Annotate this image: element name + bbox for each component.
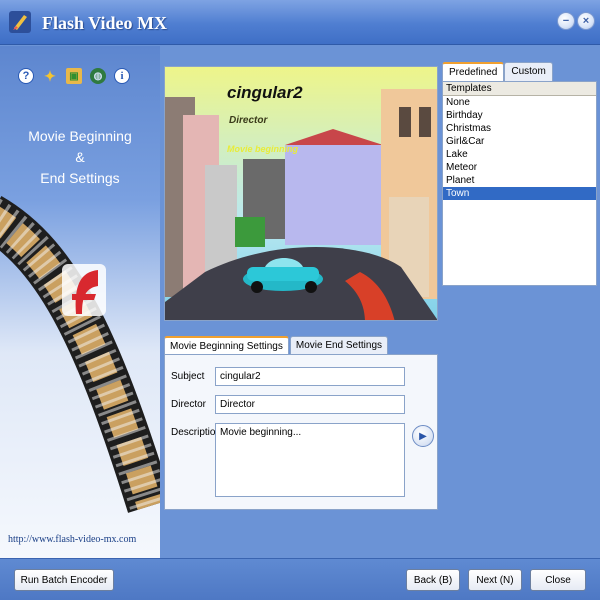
subject-label: Subject bbox=[171, 371, 205, 382]
play-icon: ▶ bbox=[419, 430, 427, 442]
list-item-meteor[interactable]: Meteor bbox=[443, 161, 596, 174]
next-button[interactable]: Next (N) bbox=[468, 569, 522, 591]
back-button[interactable]: Back (B) bbox=[406, 569, 460, 591]
list-item-birthday[interactable]: Birthday bbox=[443, 109, 596, 122]
bottom-bar: Run Batch Encoder Back (B) Next (N) Clos… bbox=[0, 558, 600, 600]
templates-pane: Predefined Custom Templates None Birthda… bbox=[442, 62, 597, 286]
list-item-christmas[interactable]: Christmas bbox=[443, 122, 596, 135]
close-button[interactable]: Close bbox=[530, 569, 586, 591]
image-icon[interactable]: ▣ bbox=[66, 68, 82, 84]
tab-beginning-settings[interactable]: Movie Beginning Settings bbox=[164, 336, 289, 356]
website-link[interactable]: http://www.flash-video-mx.com bbox=[8, 534, 136, 545]
wand-icon[interactable]: ✦ bbox=[42, 68, 58, 84]
list-item-none[interactable]: None bbox=[443, 96, 596, 109]
help-icon[interactable]: ? bbox=[18, 68, 34, 84]
tab-end-settings[interactable]: Movie End Settings bbox=[289, 336, 389, 355]
list-item-lake[interactable]: Lake bbox=[443, 148, 596, 161]
description-label: Description bbox=[171, 427, 222, 438]
list-item-girl-car[interactable]: Girl&Car bbox=[443, 135, 596, 148]
globe-icon[interactable]: ◍ bbox=[90, 68, 106, 84]
run-batch-encoder-button[interactable]: Run Batch Encoder bbox=[14, 569, 114, 591]
play-preview-button[interactable]: ▶ bbox=[412, 425, 434, 447]
info-icon[interactable]: i bbox=[114, 68, 130, 84]
settings-panel: Subject cingular2 Director Director Desc… bbox=[164, 354, 438, 510]
list-item-planet[interactable]: Planet bbox=[443, 174, 596, 187]
toolbar-icons: ? ✦ ▣ ◍ i bbox=[18, 68, 130, 84]
template-tabs: Predefined Custom bbox=[442, 62, 553, 83]
settings-tabs: Movie Beginning Settings Movie End Setti… bbox=[164, 336, 389, 356]
preview-scene bbox=[165, 67, 437, 320]
templates-column-header[interactable]: Templates bbox=[443, 82, 596, 96]
preview-beginning-text: Movie beginning bbox=[227, 144, 298, 154]
window-title: Flash Video MX bbox=[42, 13, 168, 33]
director-label: Director bbox=[171, 399, 207, 410]
description-field[interactable]: Movie beginning... bbox=[215, 423, 405, 497]
list-item-town[interactable]: Town bbox=[443, 187, 596, 200]
close-window-button[interactable]: × bbox=[577, 12, 595, 30]
minimize-button[interactable]: − bbox=[557, 12, 575, 30]
subject-field[interactable]: cingular2 bbox=[215, 367, 405, 386]
title-bar: Flash Video MX − × bbox=[0, 0, 600, 45]
tab-custom[interactable]: Custom bbox=[504, 62, 553, 82]
heading-line-1: Movie Beginning bbox=[28, 128, 132, 144]
preview-title-text: cingular2 bbox=[227, 83, 303, 102]
heading-line-2: & bbox=[75, 149, 85, 165]
director-field[interactable]: Director bbox=[215, 395, 405, 414]
left-panel: ? ✦ ▣ ◍ i Movie Beginning & End Settings… bbox=[0, 46, 160, 558]
filmstrip-graphic bbox=[0, 196, 160, 513]
preview-director-text: Director bbox=[229, 115, 268, 126]
template-preview: cingular2 Director Movie beginning bbox=[164, 66, 438, 321]
app-logo-icon bbox=[9, 11, 31, 33]
templates-list: Templates None Birthday Christmas Girl&C… bbox=[442, 81, 597, 286]
tab-predefined[interactable]: Predefined bbox=[442, 62, 505, 83]
